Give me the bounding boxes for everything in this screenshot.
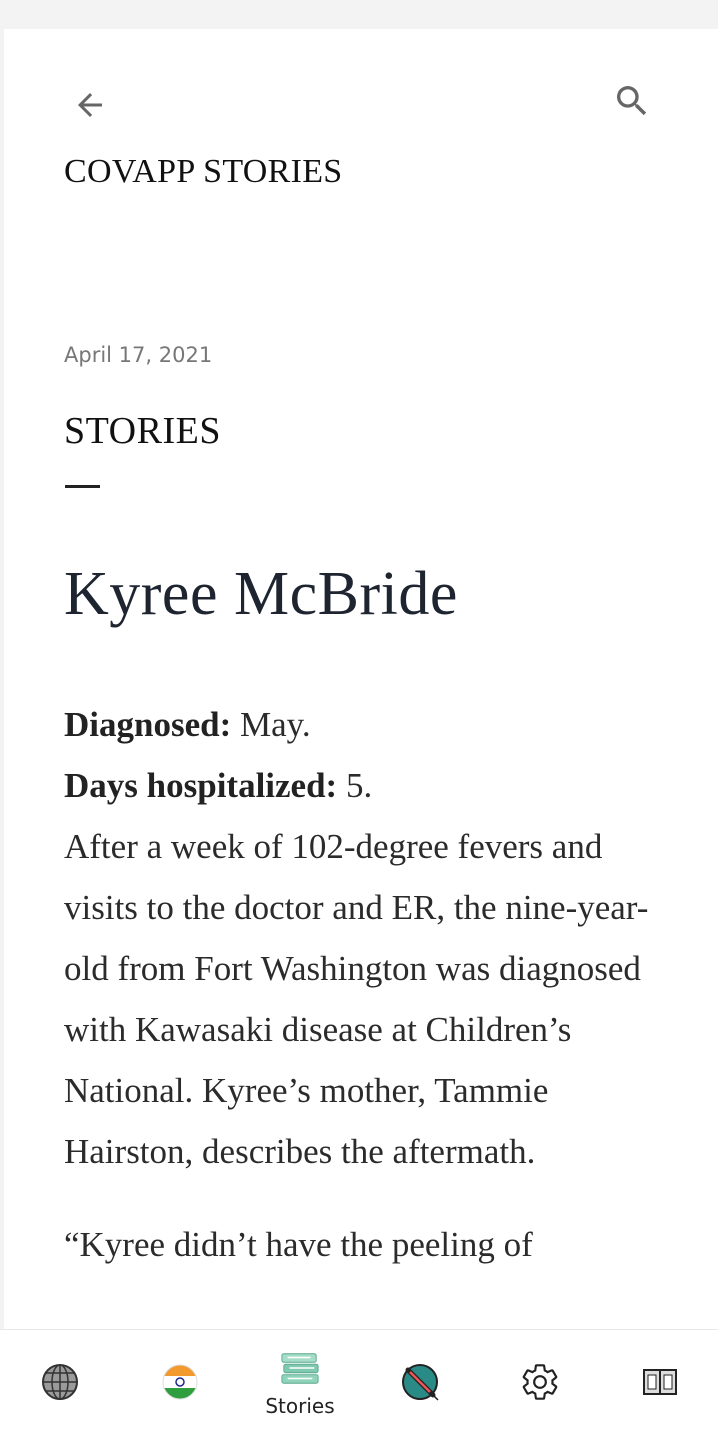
label-divider <box>65 485 100 488</box>
diagnosed-line: Diagnosed: May. <box>64 694 674 755</box>
quote-paragraph: “Kyree didn’t have the peeling of <box>64 1225 533 1264</box>
nav-item-vaccine[interactable] <box>360 1330 480 1436</box>
blog-title-link[interactable]: COVAPP STORIES <box>64 153 343 191</box>
post-label-link[interactable]: STORIES <box>64 409 221 453</box>
post-date: April 17, 2021 <box>64 343 213 367</box>
nav-item-guide[interactable] <box>600 1330 718 1436</box>
search-icon <box>617 86 647 116</box>
nav-item-world[interactable] <box>0 1330 120 1436</box>
nav-item-stories[interactable]: Stories <box>240 1330 360 1436</box>
days-hospitalized-value: 5. <box>337 766 373 805</box>
bottom-navigation: Stories <box>0 1329 718 1436</box>
post-body: Diagnosed: May. Days hospitalized: 5. Af… <box>64 694 674 1275</box>
books-icon <box>280 1348 320 1388</box>
book-open-icon <box>640 1362 680 1402</box>
post-title: Kyree McBride <box>64 560 458 628</box>
nav-item-india[interactable] <box>120 1330 240 1436</box>
back-button[interactable] <box>66 81 114 129</box>
vaccine-icon <box>400 1362 440 1402</box>
days-hospitalized-label: Days hospitalized: <box>64 766 338 805</box>
blog-page: COVAPP STORIES April 17, 2021 STORIES Ky… <box>4 29 718 1329</box>
diagnosed-label: Diagnosed: <box>64 705 232 744</box>
search-button[interactable] <box>608 77 656 125</box>
gear-icon <box>520 1362 560 1402</box>
diagnosed-value: May. <box>231 705 311 744</box>
days-hospitalized-line: Days hospitalized: 5. <box>64 755 674 816</box>
nav-item-settings[interactable] <box>480 1330 600 1436</box>
nav-label-stories: Stories <box>265 1394 335 1418</box>
arrow-left-icon <box>78 93 102 117</box>
intro-paragraph: After a week of 102-degree fevers and vi… <box>64 827 649 1171</box>
india-flag-icon <box>160 1362 200 1402</box>
globe-icon <box>40 1362 80 1402</box>
